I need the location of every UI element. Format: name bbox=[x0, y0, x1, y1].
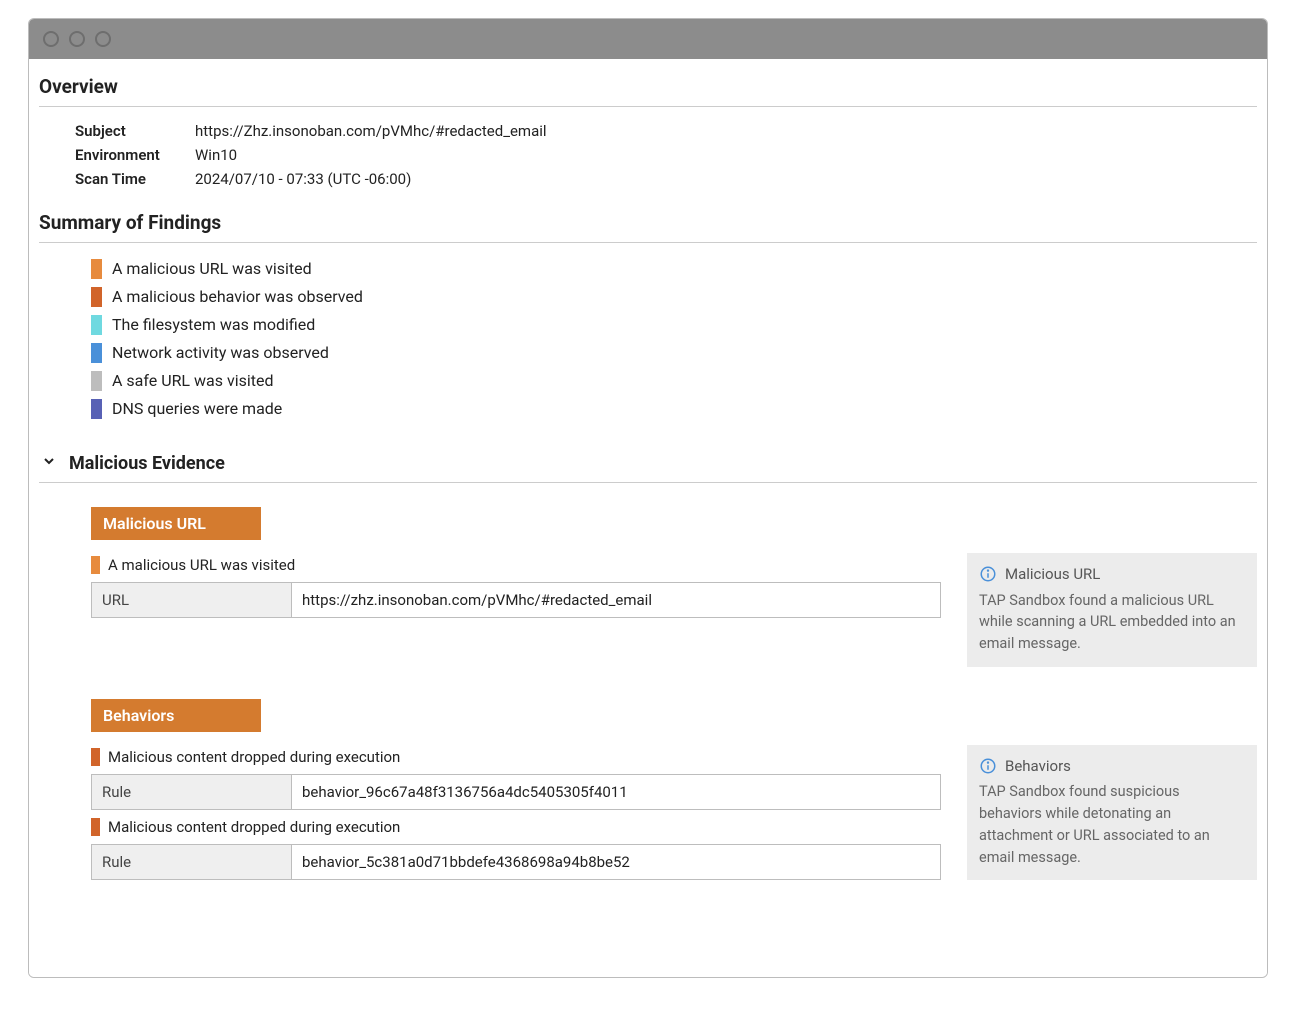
scantime-label: Scan Time bbox=[75, 167, 185, 191]
window-control-minimize[interactable] bbox=[69, 31, 85, 47]
subject-label: Subject bbox=[75, 119, 185, 143]
report-window: Overview Subject https://Zhz.insonoban.c… bbox=[28, 18, 1268, 978]
detail-key: Rule bbox=[92, 774, 292, 809]
finding-text: Network activity was observed bbox=[112, 339, 329, 367]
evidence-main: Malicious URL A malicious URL was visite… bbox=[91, 507, 941, 626]
table-row: Rule behavior_96c67a48f3136756a4dc540530… bbox=[92, 774, 941, 809]
finding-item: Network activity was observed bbox=[91, 339, 1257, 367]
infobox-title: Malicious URL bbox=[1005, 563, 1100, 586]
severity-swatch bbox=[91, 371, 102, 391]
severity-swatch bbox=[91, 259, 102, 279]
event-line: Malicious content dropped during executi… bbox=[91, 748, 941, 766]
severity-swatch bbox=[91, 818, 100, 836]
infobox-body: TAP Sandbox found a malicious URL while … bbox=[979, 590, 1245, 655]
detail-value: behavior_96c67a48f3136756a4dc5405305f401… bbox=[292, 774, 941, 809]
detail-table: Rule behavior_5c381a0d71bbdefe4368698a94… bbox=[91, 844, 941, 880]
finding-text: DNS queries were made bbox=[112, 395, 282, 423]
detail-table: Rule behavior_96c67a48f3136756a4dc540530… bbox=[91, 774, 941, 810]
window-titlebar bbox=[29, 19, 1267, 59]
severity-swatch bbox=[91, 315, 102, 335]
severity-swatch bbox=[91, 287, 102, 307]
event-text: A malicious URL was visited bbox=[108, 556, 295, 574]
finding-item: A malicious URL was visited bbox=[91, 255, 1257, 283]
evidence-heading: Malicious Evidence bbox=[69, 453, 225, 474]
summary-heading: Summary of Findings bbox=[39, 205, 1257, 240]
finding-item: A malicious behavior was observed bbox=[91, 283, 1257, 311]
evidence-body: Malicious URL A malicious URL was visite… bbox=[39, 495, 1257, 888]
environment-label: Environment bbox=[75, 143, 185, 167]
divider bbox=[39, 482, 1257, 483]
infobox-title: Behaviors bbox=[1005, 755, 1071, 778]
detail-table: URL https://zhz.insonoban.com/pVMhc/#red… bbox=[91, 582, 941, 618]
category-badge: Malicious URL bbox=[91, 507, 261, 540]
event-text: Malicious content dropped during executi… bbox=[108, 818, 400, 836]
finding-item: The filesystem was modified bbox=[91, 311, 1257, 339]
malicious-evidence-toggle[interactable]: Malicious Evidence bbox=[39, 449, 1257, 480]
evidence-group-behaviors: Behaviors Malicious content dropped duri… bbox=[91, 699, 1257, 888]
finding-text: A safe URL was visited bbox=[112, 367, 274, 395]
finding-text: A malicious behavior was observed bbox=[112, 283, 363, 311]
event-line: Malicious content dropped during executi… bbox=[91, 818, 941, 836]
category-badge: Behaviors bbox=[91, 699, 261, 732]
finding-item: A safe URL was visited bbox=[91, 367, 1257, 395]
detail-value: https://zhz.insonoban.com/pVMhc/#redacte… bbox=[292, 583, 941, 618]
report-content: Overview Subject https://Zhz.insonoban.c… bbox=[29, 59, 1267, 977]
findings-list: A malicious URL was visited A malicious … bbox=[39, 255, 1257, 423]
infobox-body: TAP Sandbox found suspicious behaviors w… bbox=[979, 781, 1245, 868]
scantime-value: 2024/07/10 - 07:33 (UTC -06:00) bbox=[195, 167, 411, 191]
info-icon bbox=[979, 757, 997, 775]
overview-kv: Subject https://Zhz.insonoban.com/pVMhc/… bbox=[39, 119, 1257, 191]
detail-key: Rule bbox=[92, 844, 292, 879]
detail-value: behavior_5c381a0d71bbdefe4368698a94b8be5… bbox=[292, 844, 941, 879]
severity-swatch bbox=[91, 556, 100, 574]
infobox-behaviors: Behaviors TAP Sandbox found suspicious b… bbox=[967, 745, 1257, 881]
event-text: Malicious content dropped during executi… bbox=[108, 748, 400, 766]
infobox-malicious-url: Malicious URL TAP Sandbox found a malici… bbox=[967, 553, 1257, 667]
overview-heading: Overview bbox=[39, 69, 1257, 104]
table-row: Rule behavior_5c381a0d71bbdefe4368698a94… bbox=[92, 844, 941, 879]
severity-swatch bbox=[91, 748, 100, 766]
subject-value: https://Zhz.insonoban.com/pVMhc/#redacte… bbox=[195, 119, 547, 143]
infobox-header: Malicious URL bbox=[979, 563, 1245, 586]
infobox-header: Behaviors bbox=[979, 755, 1245, 778]
window-control-close[interactable] bbox=[43, 31, 59, 47]
overview-subject-row: Subject https://Zhz.insonoban.com/pVMhc/… bbox=[75, 119, 1257, 143]
divider bbox=[39, 242, 1257, 243]
finding-item: DNS queries were made bbox=[91, 395, 1257, 423]
detail-key: URL bbox=[92, 583, 292, 618]
window-control-zoom[interactable] bbox=[95, 31, 111, 47]
finding-text: The filesystem was modified bbox=[112, 311, 315, 339]
evidence-main: Behaviors Malicious content dropped duri… bbox=[91, 699, 941, 888]
overview-environment-row: Environment Win10 bbox=[75, 143, 1257, 167]
severity-swatch bbox=[91, 343, 102, 363]
info-icon bbox=[979, 565, 997, 583]
environment-value: Win10 bbox=[195, 143, 237, 167]
evidence-group-malicious-url: Malicious URL A malicious URL was visite… bbox=[91, 507, 1257, 667]
chevron-down-icon bbox=[41, 453, 57, 474]
overview-scantime-row: Scan Time 2024/07/10 - 07:33 (UTC -06:00… bbox=[75, 167, 1257, 191]
finding-text: A malicious URL was visited bbox=[112, 255, 312, 283]
divider bbox=[39, 106, 1257, 107]
event-line: A malicious URL was visited bbox=[91, 556, 941, 574]
table-row: URL https://zhz.insonoban.com/pVMhc/#red… bbox=[92, 583, 941, 618]
severity-swatch bbox=[91, 399, 102, 419]
